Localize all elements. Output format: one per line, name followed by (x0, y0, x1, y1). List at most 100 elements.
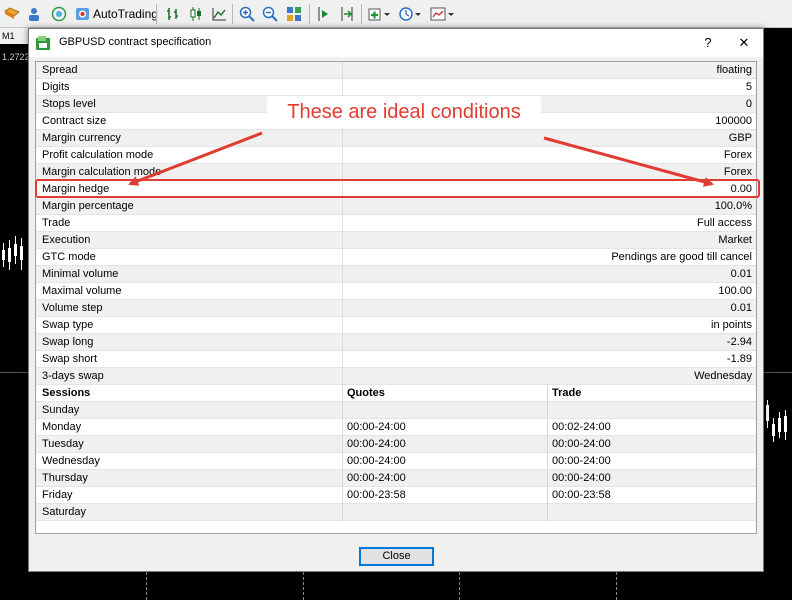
spec-name: Volume step (42, 302, 103, 314)
session-row[interactable]: Friday 00:00-23:58 00:00-23:58 (36, 487, 756, 504)
session-row[interactable]: Tuesday 00:00-24:00 00:00-24:00 (36, 436, 756, 453)
indicators-icon[interactable] (367, 5, 393, 23)
chart-price-line (0, 372, 28, 373)
session-row[interactable]: Monday 00:00-24:00 00:02-24:00 (36, 419, 756, 436)
spec-table: Spread floating Digits 5 Stops level 0 Contrac… (35, 61, 757, 534)
session-row[interactable]: Saturday (36, 504, 756, 521)
spec-row[interactable]: GTC mode Pendings are good till cancel (36, 249, 756, 266)
chart-grid-line (616, 572, 617, 600)
autoscroll-icon[interactable] (338, 5, 356, 23)
help-button[interactable]: ? (697, 33, 719, 53)
spec-name: Margin percentage (42, 200, 134, 212)
spec-name: Stops level (42, 98, 96, 110)
spec-value: Market (718, 234, 752, 246)
chart-shift-icon[interactable] (315, 5, 333, 23)
spec-name: Margin currency (42, 132, 121, 144)
spec-name: Swap long (42, 336, 94, 348)
spec-name: Maximal volume (42, 285, 122, 297)
timeframe-tab[interactable]: M1 (0, 28, 30, 44)
templates-icon[interactable] (429, 5, 457, 23)
spec-name: Digits (42, 81, 70, 93)
session-quotes: 00:00-24:00 (347, 455, 406, 467)
chart-price-line-right (764, 372, 792, 373)
close-button[interactable]: Close (359, 547, 434, 566)
spec-name: Execution (42, 234, 91, 246)
spec-row[interactable]: Spread floating (36, 62, 756, 79)
candlestick-icon[interactable] (187, 5, 205, 23)
session-trade: 00:02-24:00 (552, 421, 611, 433)
spec-value: 5 (745, 81, 752, 93)
spec-value: floating (716, 64, 752, 76)
session-trade: 00:00-24:00 (552, 472, 611, 484)
session-header-row: Sessions Quotes Trade (36, 385, 756, 402)
spec-value: 100000 (715, 115, 752, 127)
session-quotes: 00:00-23:58 (347, 489, 406, 501)
spec-name: Swap type (42, 319, 94, 331)
session-day: Monday (42, 421, 82, 433)
autotrading-label: AutoTrading (93, 7, 158, 21)
spec-row[interactable]: Execution Market (36, 232, 756, 249)
spec-value: Pendings are good till cancel (611, 251, 752, 263)
close-icon[interactable]: ✕ (733, 33, 755, 53)
session-quotes: 00:00-24:00 (347, 438, 406, 450)
tile-windows-icon[interactable] (285, 5, 303, 23)
spec-value: GBP (728, 132, 752, 144)
spec-name: Trade (42, 217, 71, 229)
spec-row[interactable]: Digits 5 (36, 79, 756, 96)
chart-grid-line (146, 572, 147, 600)
session-day: Tuesday (42, 438, 84, 450)
session-quotes: 00:00-24:00 (347, 421, 406, 433)
trade-header: Trade (552, 387, 582, 399)
session-day: Thursday (42, 472, 88, 484)
spec-row[interactable]: Margin percentage 100.0% (36, 198, 756, 215)
spec-name: GTC mode (42, 251, 96, 263)
session-row[interactable]: Wednesday 00:00-24:00 00:00-24:00 (36, 453, 756, 470)
bar-chart-icon[interactable] (164, 5, 182, 23)
spec-name: 3-days swap (42, 370, 104, 382)
zoom-out-icon[interactable] (261, 5, 279, 23)
spec-row[interactable]: 3-days swap Wednesday (36, 368, 756, 385)
spec-row[interactable]: Trade Full access (36, 215, 756, 232)
spec-value: 0.01 (730, 302, 752, 314)
zoom-in-icon[interactable] (238, 5, 256, 23)
main-toolbar: AutoTrading (0, 0, 792, 28)
session-quotes: 00:00-24:00 (347, 472, 406, 484)
periods-icon[interactable] (398, 5, 424, 23)
sessions-header: Sessions (42, 387, 91, 399)
spec-value: in points (711, 319, 752, 331)
session-trade: 00:00-24:00 (552, 438, 611, 450)
spec-value: Wednesday (694, 370, 752, 382)
line-chart-icon[interactable] (210, 5, 228, 23)
spec-row[interactable]: Swap short -1.89 (36, 351, 756, 368)
spec-row[interactable]: Maximal volume 100.00 (36, 283, 756, 300)
spec-row[interactable]: Volume step 0.01 (36, 300, 756, 317)
chart-grid-line (303, 572, 304, 600)
session-row[interactable]: Sunday (36, 402, 756, 419)
spec-value: 0.01 (730, 268, 752, 280)
spec-row[interactable]: Swap long -2.94 (36, 334, 756, 351)
spec-row[interactable]: Swap type in points (36, 317, 756, 334)
navigator-icon[interactable] (50, 5, 68, 23)
spec-value: 100.00 (718, 285, 752, 297)
spec-name: Contract size (42, 115, 107, 127)
dialog-titlebar[interactable]: GBPUSD contract specification ? ✕ (29, 29, 763, 57)
spec-name: Spread (42, 64, 78, 76)
spec-row[interactable]: Minimal volume 0.01 (36, 266, 756, 283)
spec-value: Forex (723, 149, 752, 161)
quotes-header: Quotes (347, 387, 385, 399)
profiles-icon[interactable] (25, 5, 43, 23)
spec-value: -2.94 (726, 336, 752, 348)
annotation-label: These are ideal conditions (267, 96, 541, 128)
chart-grid-line (459, 572, 460, 600)
spec-row[interactable]: Margin currency GBP (36, 130, 756, 147)
dialog-title: GBPUSD contract specification (59, 36, 212, 48)
session-row[interactable]: Thursday 00:00-24:00 00:00-24:00 (36, 470, 756, 487)
autotrading-button[interactable]: AutoTrading (73, 4, 162, 24)
spec-value: Forex (723, 166, 752, 178)
spec-value: 0 (745, 98, 752, 110)
highlight-box (35, 179, 760, 198)
spec-value: 100.0% (714, 200, 752, 212)
session-day: Sunday (42, 404, 80, 416)
folder-icon[interactable] (3, 5, 21, 23)
spec-row[interactable]: Profit calculation mode Forex (36, 147, 756, 164)
